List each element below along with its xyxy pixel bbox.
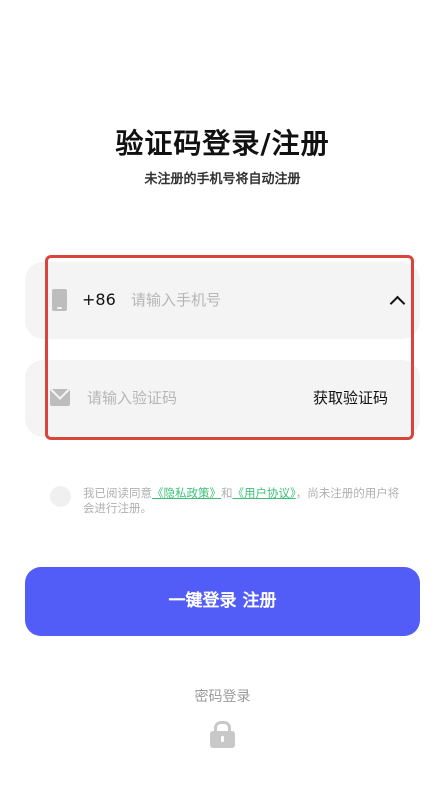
phone-input[interactable] [131, 285, 361, 315]
get-code-button[interactable]: 获取验证码 [313, 387, 388, 408]
country-code[interactable]: +86 [82, 290, 116, 309]
lock-icon[interactable] [210, 731, 235, 748]
agreement-prefix: 我已阅读同意 [83, 486, 152, 500]
privacy-policy-link[interactable]: 《隐私政策》 [152, 486, 221, 500]
agreement-text: 我已阅读同意《隐私政策》和《用户协议》，尚未注册的用户将会进行注册。 [83, 486, 403, 516]
agreement-and: 和 [221, 486, 233, 500]
page-subtitle: 未注册的手机号将自动注册 [144, 172, 301, 187]
password-login-link[interactable]: 密码登录 [0, 686, 445, 706]
user-agreement-link[interactable]: 《用户协议》 [233, 486, 296, 500]
phone-icon [52, 289, 67, 311]
page-title: 验证码登录/注册 [115, 127, 330, 160]
one-click-login-button[interactable]: 一键登录 注册 [25, 567, 420, 636]
mail-icon [50, 389, 70, 406]
agreement-checkbox[interactable] [50, 486, 71, 507]
verification-code-input[interactable] [87, 383, 287, 413]
field-divider [55, 339, 405, 360]
